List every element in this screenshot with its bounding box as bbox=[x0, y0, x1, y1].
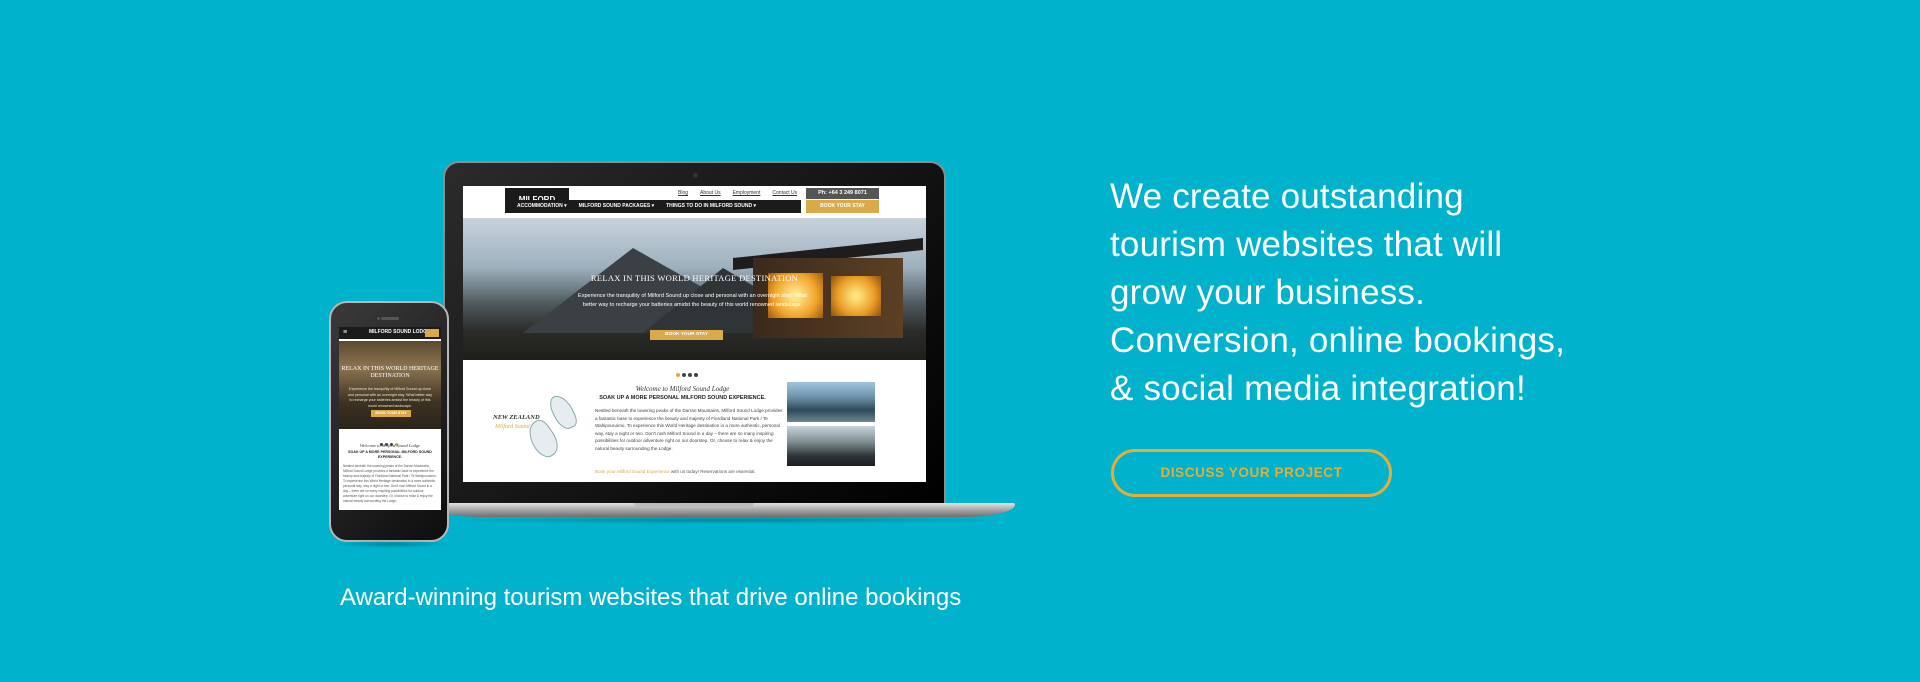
site-thumbnail-hiker bbox=[787, 426, 875, 466]
headline-line: We create outstanding bbox=[1110, 177, 1464, 216]
site-carousel-dots bbox=[676, 364, 700, 382]
carousel-dot bbox=[688, 373, 692, 377]
site-welcome-link-line: Book your Milford Sound Experience with … bbox=[595, 469, 756, 474]
site-welcome-subtitle: SOAK UP A MORE PERSONAL MILFORD SOUND EX… bbox=[599, 395, 766, 401]
carousel-dot bbox=[682, 373, 686, 377]
site-welcome-link-rest: with us today! Reservations are essentia… bbox=[669, 469, 756, 474]
phone-site-book-button bbox=[425, 329, 439, 337]
phone-camera-icon bbox=[377, 317, 380, 320]
site-book-button: BOOK YOUR STAY bbox=[806, 200, 879, 213]
phone-site-logo: MILFORD SOUND LODGE bbox=[369, 329, 431, 335]
site-welcome-link: Book your Milford Sound Experience bbox=[595, 469, 670, 474]
laptop-screen: MILFORD SOUND LODGE BlogAbout UsEmployme… bbox=[463, 186, 926, 482]
site-nz-map: NEW ZEALAND Milford Sound bbox=[493, 384, 580, 462]
site-link-employment: Employment bbox=[732, 190, 761, 196]
laptop-shadow bbox=[440, 516, 1010, 524]
site-hero-button: BOOK YOUR STAY bbox=[650, 330, 723, 340]
headline-line: grow your business. bbox=[1110, 273, 1426, 312]
site-hero-image: RELAX IN THIS WORLD HERITAGE DESTINATION… bbox=[463, 218, 926, 360]
phone-site-hero-button: BOOK YOUR STAY bbox=[371, 410, 411, 417]
site-link-blog: Blog bbox=[678, 190, 689, 196]
camera-icon bbox=[693, 173, 698, 178]
site-nav: ACCOMMODATION ▾ MILFORD SOUND PACKAGES ▾ T… bbox=[505, 200, 801, 213]
phone-site-welcome-title: Welcome to Milford Sound Lodge bbox=[359, 443, 421, 448]
site-nav-packages: MILFORD SOUND PACKAGES ▾ bbox=[578, 203, 655, 209]
phone-site-welcome-subtitle: SOAK UP A MORE PERSONAL MILFORD SOUND EX… bbox=[348, 450, 432, 459]
hamburger-menu-icon: ≡ bbox=[343, 329, 348, 336]
map-north-island bbox=[546, 391, 580, 433]
site-hero-text: Experience the tranquility of Milford So… bbox=[578, 293, 807, 308]
discuss-project-button[interactable]: DISCUSS YOUR PROJECT bbox=[1111, 449, 1392, 497]
site-nav-accommodation: ACCOMMODATION ▾ bbox=[517, 203, 567, 209]
phone-shadow bbox=[330, 540, 452, 548]
phone-speaker bbox=[381, 317, 399, 320]
headline-line: tourism websites that will bbox=[1110, 225, 1503, 264]
phone-site-hero-text: Experience the tranquility of Milford So… bbox=[347, 387, 433, 408]
site-top-links: Blog About Us Employment Contact Us bbox=[678, 190, 809, 196]
map-label-location: Milford Sound bbox=[495, 424, 530, 430]
phone-site-hero-title: RELAX IN THIS WORLD HERITAGE DESTINATION bbox=[341, 366, 439, 379]
headline-line: Conversion, online bookings, bbox=[1110, 321, 1566, 360]
caption: Award-winning tourism websites that driv… bbox=[340, 584, 962, 611]
phone-site-welcome-body: Nestled beneath the towering peaks of th… bbox=[343, 464, 437, 503]
headline-line: & social media integration! bbox=[1110, 369, 1526, 408]
phone-carousel-dots bbox=[380, 433, 400, 451]
site-link-about: About Us bbox=[700, 190, 721, 196]
map-label-country: NEW ZEALAND bbox=[493, 414, 540, 421]
site-phone: Ph: +64 3 249 8071 bbox=[806, 188, 879, 199]
site-link-contact: Contact Us bbox=[772, 190, 798, 196]
headline: We create outstanding tourism websites t… bbox=[1110, 173, 1670, 413]
carousel-dot bbox=[694, 373, 698, 377]
laptop-notch bbox=[634, 503, 754, 508]
site-hero-title: RELAX IN THIS WORLD HERITAGE DESTINATION bbox=[590, 273, 799, 283]
carousel-dot bbox=[676, 373, 680, 377]
phone-screen: ≡ MILFORD SOUND LODGE RELAX IN THIS WORL… bbox=[339, 327, 441, 510]
site-thumbnail-fiord bbox=[787, 382, 875, 422]
site-welcome-title: Welcome to Milford Sound Lodge bbox=[635, 385, 730, 393]
site-welcome-body: Nestled beneath the towering peaks of th… bbox=[595, 408, 783, 451]
site-nav-things-to-do: THINGS TO DO IN MILFORD SOUND ▾ bbox=[666, 203, 757, 209]
